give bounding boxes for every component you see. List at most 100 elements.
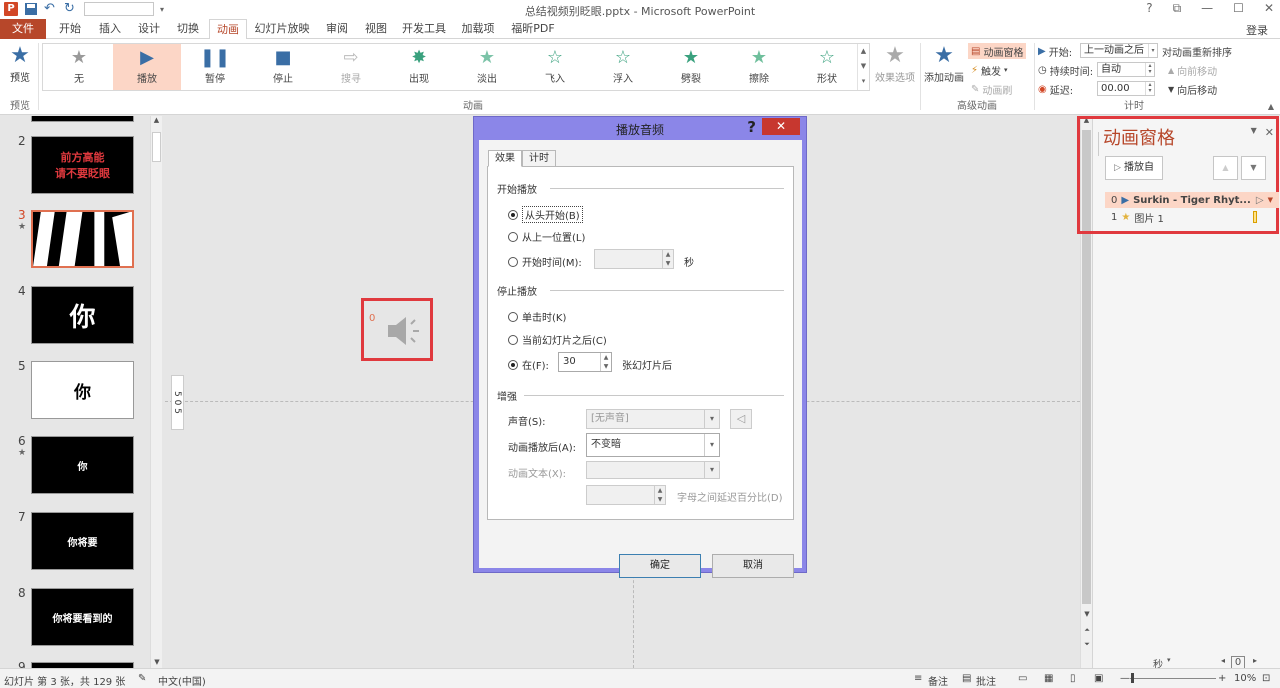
tab-animations[interactable]: 动画: [209, 19, 247, 40]
timeline-back-icon[interactable]: ◂: [1221, 656, 1225, 665]
tab-review[interactable]: 审阅: [318, 19, 356, 39]
tab-addins[interactable]: 加载项: [456, 19, 500, 39]
language-indicator[interactable]: 中文(中国): [158, 673, 206, 688]
tab-home[interactable]: 开始: [50, 19, 90, 39]
tab-timing[interactable]: 计时: [522, 150, 556, 167]
zoom-in-icon[interactable]: +: [1218, 673, 1226, 684]
radio-after-slides[interactable]: 在(F):: [508, 357, 549, 372]
stop-after-spinner[interactable]: 30 ▲ ▼: [558, 352, 612, 372]
comments-button[interactable]: 批注: [976, 673, 996, 688]
speaker-icon[interactable]: [384, 311, 424, 354]
zoom-slider[interactable]: [1130, 678, 1216, 679]
slide-thumbnail[interactable]: 前方高能 请不要眨眼: [31, 136, 134, 194]
after-animation-dropdown[interactable]: 不变暗 ▾: [586, 433, 720, 457]
zoom-slider-thumb[interactable]: [1131, 673, 1134, 683]
slide-sorter-icon[interactable]: ▦: [1044, 673, 1053, 684]
slide-thumbnail[interactable]: 你将要看到的: [31, 588, 134, 646]
animation-effect-item[interactable]: ☆ 浮入: [589, 44, 657, 90]
animation-effect-item[interactable]: ■ 停止: [249, 44, 317, 90]
tab-insert[interactable]: 插入: [90, 19, 130, 39]
timeline-forward-icon[interactable]: ▸: [1253, 656, 1257, 665]
zoom-percent[interactable]: 10%: [1234, 673, 1256, 684]
pane-options-icon[interactable]: ▼: [1251, 126, 1257, 139]
gallery-scroll[interactable]: ▲ ▼ ▾: [857, 44, 869, 90]
scroll-down-icon[interactable]: ▼: [151, 658, 163, 666]
sound-dropdown[interactable]: [无声音] ▾: [586, 409, 720, 429]
slide-thumbnail[interactable]: 你: [31, 436, 134, 494]
radio-from-beginning[interactable]: 从头开始(B): [508, 206, 583, 223]
animate-text-dropdown[interactable]: ▾: [586, 461, 720, 479]
collapse-ribbon-icon[interactable]: ▲: [1268, 102, 1274, 111]
tab-effect[interactable]: 效果: [488, 150, 522, 167]
radio-from-last-position[interactable]: 从上一位置(L): [508, 229, 585, 244]
dialog-close-button[interactable]: ✕: [762, 118, 800, 135]
animation-effect-item[interactable]: ★ 擦除: [725, 44, 793, 90]
close-icon[interactable]: ✕: [1264, 1, 1274, 16]
tab-design[interactable]: 设计: [130, 19, 168, 39]
animation-pane-button[interactable]: ▤ 动画窗格: [968, 43, 1027, 59]
effect-options-button[interactable]: ★ 效果选项: [872, 43, 918, 84]
minimize-icon[interactable]: —: [1201, 1, 1213, 16]
start-time-spinner[interactable]: ▲ ▼: [594, 249, 674, 269]
radio-after-current-slide[interactable]: 当前幻灯片之后(C): [508, 332, 607, 347]
scroll-up-icon[interactable]: ▲: [151, 116, 162, 124]
start-dropdown[interactable]: 上一动画之后 ▾: [1080, 43, 1158, 58]
tab-slideshow[interactable]: 幻灯片放映: [250, 19, 314, 39]
sound-volume-button[interactable]: ◁: [730, 409, 752, 429]
dialog-help-icon[interactable]: ?: [747, 118, 756, 136]
animation-effect-item[interactable]: ★ 劈裂: [657, 44, 725, 90]
tab-foxit-pdf[interactable]: 福昕PDF: [506, 19, 560, 39]
trigger-button[interactable]: ⚡ 触发 ▾: [971, 62, 1008, 78]
ok-button[interactable]: 确定: [619, 554, 701, 578]
move-later-button[interactable]: ▼ 向后移动: [1168, 81, 1217, 97]
thumbnail-scrollbar[interactable]: ▲ ▼: [150, 116, 162, 668]
gallery-more-icon[interactable]: ▾: [862, 77, 866, 85]
animation-effect-item[interactable]: ✸ 出现: [385, 44, 453, 90]
slide-thumbnail[interactable]: 你将要: [31, 512, 134, 570]
animation-effect-item[interactable]: ★ 无: [45, 44, 113, 90]
audio-object-highlight[interactable]: 0: [361, 298, 433, 361]
play-from-button[interactable]: ▷ 播放自: [1105, 156, 1163, 180]
tab-view[interactable]: 视图: [358, 19, 394, 39]
slide-thumbnail[interactable]: 你: [31, 286, 134, 344]
animation-effect-item[interactable]: ☆ 形状: [793, 44, 861, 90]
chevron-down-icon[interactable]: ▾: [1167, 656, 1171, 664]
item-dropdown-icon[interactable]: ▼: [1268, 196, 1279, 204]
duration-spinner[interactable]: 自动 ▴ ▾: [1097, 62, 1155, 77]
pane-close-icon[interactable]: ✕: [1265, 126, 1274, 139]
spellcheck-icon[interactable]: ✎: [138, 673, 146, 684]
animation-effect-item[interactable]: ❚❚ 暂停: [181, 44, 249, 90]
reading-view-icon[interactable]: ▯: [1070, 673, 1076, 684]
maximize-icon[interactable]: ☐: [1233, 1, 1244, 16]
tab-file[interactable]: 文件: [0, 19, 46, 39]
animation-painter-button[interactable]: ✎ 动画刷: [971, 81, 1012, 97]
normal-view-icon[interactable]: ▭: [1018, 673, 1027, 684]
notes-button[interactable]: 备注: [928, 673, 948, 688]
scroll-down-icon[interactable]: ▼: [861, 62, 866, 70]
radio-on-click[interactable]: 单击时(K): [508, 309, 566, 324]
scroll-up-icon[interactable]: ▲: [861, 47, 866, 55]
move-earlier-button[interactable]: ▲ 向前移动: [1168, 62, 1217, 78]
zoom-out-icon[interactable]: —: [1120, 673, 1130, 684]
delay-spinner[interactable]: 00.00 ▴ ▾: [1097, 81, 1155, 96]
move-up-button[interactable]: ▲: [1213, 156, 1238, 180]
fit-slide-icon[interactable]: ⊡: [1262, 673, 1270, 684]
tab-transitions[interactable]: 切换: [168, 19, 208, 39]
scroll-thumb[interactable]: [152, 132, 161, 162]
tab-developer[interactable]: 开发工具: [398, 19, 450, 39]
animation-list-item[interactable]: 0 ▶ Surkin - Tiger Rhyt... ▷ ▼: [1105, 192, 1279, 208]
slide-thumbnail[interactable]: [31, 210, 134, 268]
slide-thumbnail[interactable]: [31, 116, 134, 122]
slide-thumbnail[interactable]: 你: [31, 361, 134, 419]
animation-effect-item[interactable]: ☆ 飞入: [521, 44, 589, 90]
move-down-button[interactable]: ▼: [1241, 156, 1266, 180]
radio-start-time[interactable]: 开始时间(M):: [508, 254, 582, 269]
login-link[interactable]: 登录: [1246, 22, 1268, 38]
letter-delay-spinner[interactable]: ▲ ▼: [586, 485, 666, 505]
add-animation-button[interactable]: ★ 添加动画: [922, 43, 966, 84]
animation-list-item[interactable]: 1 ★ 图片 1: [1105, 209, 1279, 225]
help-icon[interactable]: ?: [1146, 1, 1152, 16]
animation-effect-item[interactable]: ⇨ 搜寻: [317, 44, 385, 90]
ribbon-display-icon[interactable]: ⧉: [1173, 1, 1182, 16]
preview-button[interactable]: ★ 预览: [4, 43, 36, 84]
